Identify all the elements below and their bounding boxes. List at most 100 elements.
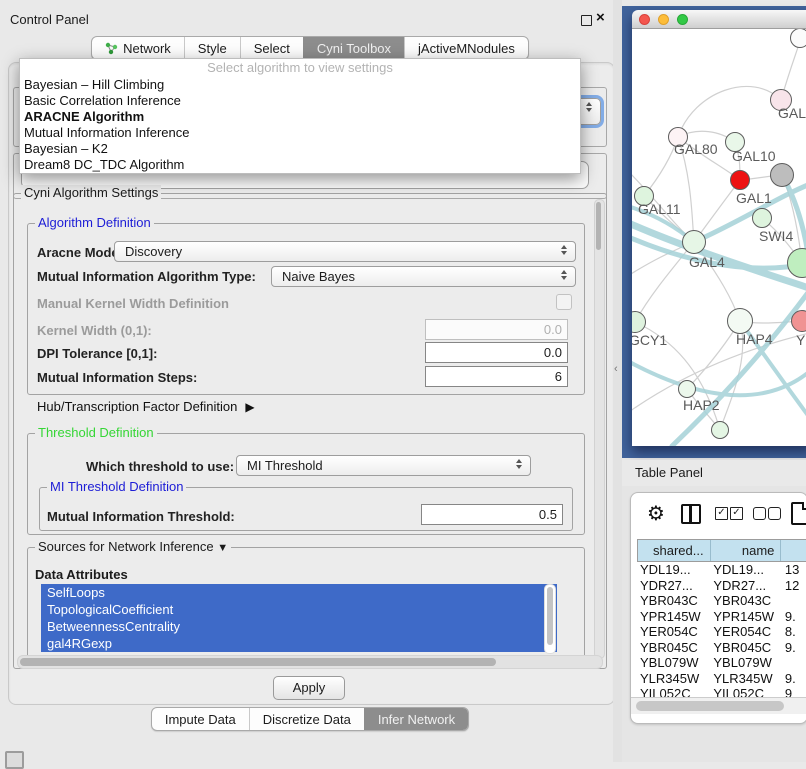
table-row[interactable]: YBL079WYBL079W [637,655,806,671]
settings-vertical-scrollbar-thumb[interactable] [596,202,601,250]
manual-kernel-width-checkbox[interactable] [556,294,572,310]
table-cell[interactable]: 9. [782,640,806,656]
aracne-mode-combobox[interactable]: Discovery [114,241,576,262]
algorithm-option-mutual-information-inference[interactable]: Mutual Information Inference [20,125,580,141]
hub-definition-section[interactable]: Hub/Transcription Factor Definition▶ [37,399,255,414]
table-cell[interactable]: YDL19... [637,562,710,578]
settings-horizontal-scrollbar-thumb[interactable] [20,658,496,666]
table-cell[interactable]: 9. [782,671,806,687]
table-cell[interactable] [782,655,806,671]
table-cell[interactable]: YBR045C [637,640,710,656]
table-cell[interactable]: YER054C [637,624,710,640]
table-cell[interactable]: YLR345W [637,671,710,687]
close-window-icon[interactable] [639,14,650,25]
table-cell[interactable]: YBR043C [710,593,782,609]
data-attributes-list[interactable]: SelfLoopsTopologicalCoefficientBetweenne… [41,584,557,652]
kernel-width-field[interactable]: 0.0 [425,319,568,340]
network-node[interactable] [711,421,729,439]
table-row[interactable]: YER054CYER054C8. [637,624,806,640]
algorithm-option-bayesian-k2[interactable]: Bayesian – K2 [20,141,580,157]
dpi-tolerance-field[interactable]: 0.0 [425,342,568,363]
close-panel-icon[interactable]: × [596,9,605,26]
table-cell[interactable]: 12 [782,578,806,594]
network-node-gal4[interactable] [682,230,706,254]
tab-jactivemnodules[interactable]: jActiveMNodules [404,37,528,59]
unchecked-checkbox-icon[interactable] [753,507,766,520]
table-cell[interactable]: 13 [782,562,806,578]
mi-steps-field[interactable]: 6 [425,366,568,387]
split-columns-icon[interactable] [681,504,701,524]
table-row[interactable]: YLR345WYLR345W9. [637,671,806,687]
table-cell[interactable]: YBL079W [637,655,710,671]
expanded-arrow-icon[interactable]: ▼ [217,542,228,554]
table-cell[interactable]: YPR145W [710,609,782,625]
node-label-hap2: HAP2 [683,397,720,413]
table-cell[interactable]: YDR27... [637,578,710,594]
table-cell[interactable]: YBR045C [710,640,782,656]
algorithm-option-dream8-dc-tdc-algorithm[interactable]: Dream8 DC_TDC Algorithm [20,157,580,173]
attribute-item-selfloops[interactable]: SelfLoops [41,584,557,601]
network-node[interactable] [770,163,794,187]
table-cell[interactable] [782,593,806,609]
algorithm-option-aracne-algorithm[interactable]: ARACNE Algorithm [20,109,580,125]
column-header-col3[interactable] [781,540,806,561]
algorithm-option-bayesian-hill-climbing[interactable]: Bayesian – Hill Climbing [20,77,580,93]
network-node-swi4[interactable] [752,208,772,228]
apply-button[interactable]: Apply [273,676,345,700]
network-node[interactable] [790,29,806,48]
checked-checkbox-icon[interactable]: ✓ [715,507,728,520]
zoom-window-icon[interactable] [677,14,688,25]
panel-dock-icon[interactable] [5,751,24,769]
which-threshold-combobox[interactable]: MI Threshold [236,455,531,476]
attribute-item-topologicalcoefficient[interactable]: TopologicalCoefficient [41,601,557,618]
table-cell[interactable]: YLR345W [710,671,782,687]
settings-vertical-scrollbar[interactable] [594,199,605,659]
tab-cyni-toolbox[interactable]: Cyni Toolbox [303,37,404,59]
minimize-window-icon[interactable] [658,14,669,25]
tab-select[interactable]: Select [240,37,303,59]
attributes-list-scrollbar-thumb[interactable] [547,587,553,645]
table-cell[interactable]: YBR043C [637,593,710,609]
gear-icon[interactable]: ⚙ [647,501,665,526]
tab-network[interactable]: Network [92,37,184,59]
column-header-name[interactable]: name [711,540,782,561]
attributes-list-scrollbar[interactable] [544,584,556,654]
settings-horizontal-scrollbar[interactable] [17,655,603,669]
mi-threshold-field[interactable]: 0.5 [421,504,563,525]
table-row[interactable]: YDR27...YDR27...12 [637,578,806,594]
panel-splitter[interactable]: ‹ [613,0,622,762]
table-cell[interactable]: YBL079W [710,655,782,671]
bottom-tab-impute-data[interactable]: Impute Data [152,708,249,730]
column-header-shared[interactable]: shared... [638,540,711,561]
document-icon[interactable] [791,502,806,525]
network-node-hap2[interactable] [678,380,696,398]
table-cell[interactable]: YDL19... [710,562,782,578]
table-cell[interactable]: YDR27... [710,578,782,594]
network-node-gal1[interactable] [730,170,750,190]
unchecked-checkbox-icon[interactable] [768,507,781,520]
bottom-tab-infer-network[interactable]: Infer Network [364,708,468,730]
splitter-arrow-icon[interactable]: ‹ [614,363,618,375]
float-panel-icon[interactable] [581,15,592,26]
checked-checkbox-icon[interactable]: ✓ [730,507,743,520]
table-horizontal-scrollbar-thumb[interactable] [636,701,784,711]
table-row[interactable]: YBR045CYBR045C9. [637,640,806,656]
tab-style[interactable]: Style [184,37,240,59]
table-horizontal-scrollbar[interactable] [631,697,806,714]
attribute-item-betweennesscentrality[interactable]: BetweennessCentrality [41,618,557,635]
table-cell[interactable]: YER054C [710,624,782,640]
network-node-y[interactable] [791,310,806,332]
network-view-window[interactable]: GAL7GAL80GAL10GAL1SWI4GAL11GAL4GCY1HAP4Y… [632,10,806,446]
table-row[interactable]: YPR145WYPR145W9. [637,609,806,625]
attribute-item-gal4rgexp[interactable]: gal4RGexp [41,635,557,652]
collapsed-arrow-icon[interactable]: ▶ [245,400,254,414]
table-cell[interactable]: 9. [782,609,806,625]
bottom-tab-discretize-data[interactable]: Discretize Data [249,708,364,730]
network-canvas[interactable]: GAL7GAL80GAL10GAL1SWI4GAL11GAL4GCY1HAP4Y… [632,29,806,446]
table-cell[interactable]: 8. [782,624,806,640]
table-row[interactable]: YBR043CYBR043C [637,593,806,609]
algorithm-option-basic-correlation-inference[interactable]: Basic Correlation Inference [20,93,580,109]
table-row[interactable]: YDL19...YDL19...13 [637,562,806,578]
mi-algorithm-type-combobox[interactable]: Naive Bayes [271,266,576,287]
table-cell[interactable]: YPR145W [637,609,710,625]
